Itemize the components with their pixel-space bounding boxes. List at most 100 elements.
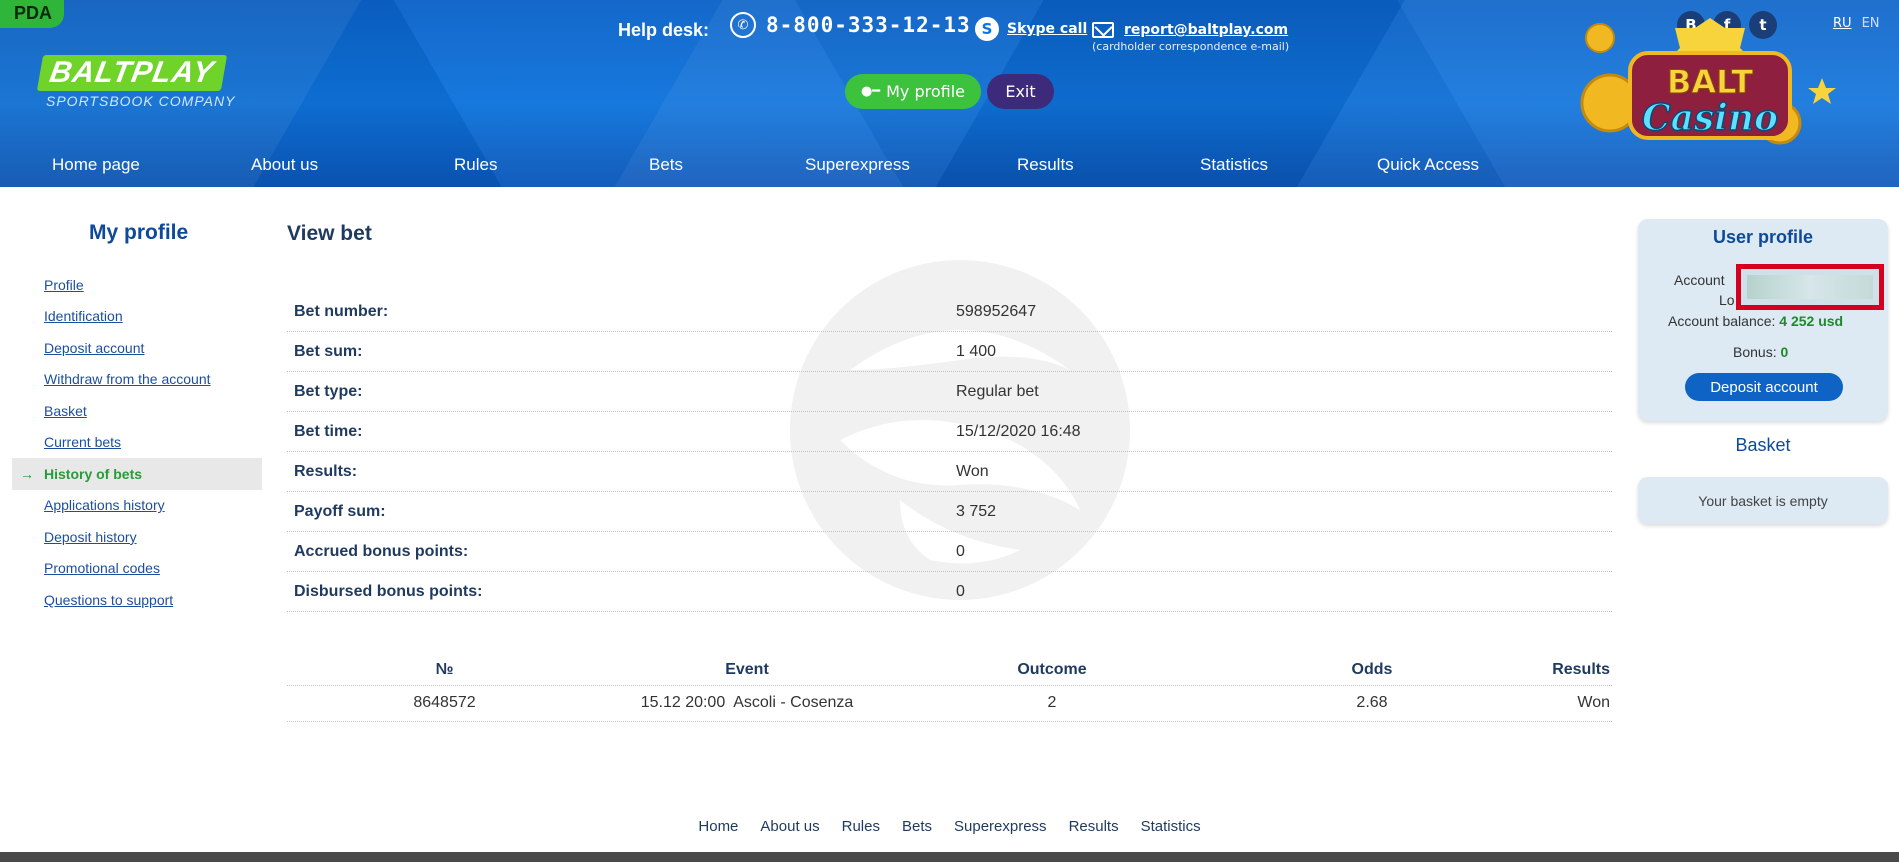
footer-about-us[interactable]: About us xyxy=(760,818,819,835)
detail-value: 1 400 xyxy=(956,342,997,360)
balance-label: Account balance: xyxy=(1668,313,1776,329)
footer-home[interactable]: Home xyxy=(698,818,738,835)
email-link[interactable]: report@baltplay.com xyxy=(1124,22,1288,38)
sidebar-item-profile[interactable]: Profile xyxy=(12,269,262,301)
my-profile-label: My profile xyxy=(886,82,966,101)
logo-main-text: BALTPLAY xyxy=(36,55,227,91)
sidebar-item-history-of-bets[interactable]: → History of bets xyxy=(12,458,262,490)
footer-statistics[interactable]: Statistics xyxy=(1141,818,1201,835)
event-number: 8648572 xyxy=(413,694,476,711)
balt-casino-banner[interactable]: BALT Casino xyxy=(1560,8,1860,178)
user-profile-title: User profile xyxy=(1712,227,1814,247)
header-event: Event xyxy=(725,661,769,678)
detail-row: Bet time: 15/12/2020 16:48 xyxy=(287,412,1612,452)
event-odds: 2.68 xyxy=(1356,694,1388,711)
coin-icon xyxy=(1585,23,1615,53)
sidebar-item-label: Promotional codes xyxy=(44,560,160,577)
sidebar-menu: Profile Identification Deposit account W… xyxy=(12,269,262,616)
footer-nav: Home About us Rules Bets Superexpress Re… xyxy=(0,818,1899,835)
email-contact: report@baltplay.com (cardholder correspo… xyxy=(1092,22,1289,53)
account-balance-row: Account balance: 4 252 usd xyxy=(1668,313,1843,329)
detail-label: Payoff sum: xyxy=(294,502,386,520)
sidebar-item-label: Applications history xyxy=(44,497,165,514)
sidebar-item-label: Questions to support xyxy=(44,591,174,608)
nav-quick-access[interactable]: Quick Access xyxy=(1377,155,1479,175)
detail-value: 3 752 xyxy=(956,502,997,520)
phone-icon: ✆ xyxy=(730,12,756,38)
sidebar-item-applications-history[interactable]: Applications history xyxy=(12,490,262,522)
logo-sub-text: SPORTSBOOK COMPANY xyxy=(46,93,236,109)
nav-superexpress[interactable]: Superexpress xyxy=(805,155,910,175)
bonus-value: 0 xyxy=(1780,344,1789,360)
sidebar-item-label: Current bets xyxy=(44,434,122,451)
sidebar-item-current-bets[interactable]: Current bets xyxy=(12,427,262,459)
nav-rules[interactable]: Rules xyxy=(454,155,497,175)
nav-home-page[interactable]: Home page xyxy=(52,155,140,175)
detail-label: Bet type: xyxy=(294,382,363,400)
sidebar-item-basket[interactable]: Basket xyxy=(12,395,262,427)
nav-about-us[interactable]: About us xyxy=(251,155,318,175)
redacted-account-info xyxy=(1736,264,1884,310)
my-profile-button[interactable]: ●━ My profile xyxy=(845,74,981,109)
detail-label: Results: xyxy=(294,462,358,480)
events-header-row: № Event Outcome Odds Results xyxy=(287,655,1612,685)
detail-label: Bet sum: xyxy=(294,342,363,360)
arrow-right-icon: → xyxy=(20,465,34,482)
redacted-fill xyxy=(1747,275,1873,299)
phone-number: 8-800-333-12-13 xyxy=(766,13,971,37)
basket-box: Your basket is empty xyxy=(1638,477,1888,524)
basket-title: Basket xyxy=(1735,435,1791,455)
site-header: PDA BALTPLAY SPORTSBOOK COMPANY Help des… xyxy=(0,0,1899,187)
mail-icon xyxy=(1092,22,1114,38)
table-row: 8648572 15.12 20:00 Ascoli - Cosenza 2 2… xyxy=(287,685,1612,722)
exit-button[interactable]: Exit xyxy=(987,74,1054,109)
sidebar-item-label: Identification xyxy=(44,308,123,325)
key-icon: ●━ xyxy=(860,84,881,99)
baltplay-logo[interactable]: BALTPLAY SPORTSBOOK COMPANY xyxy=(36,55,250,115)
casino-line1: BALT xyxy=(1667,63,1753,101)
detail-label: Disbursed bonus points: xyxy=(294,582,483,600)
nav-bets[interactable]: Bets xyxy=(649,155,683,175)
sidebar-item-promotional-codes[interactable]: Promotional codes xyxy=(12,553,262,585)
events-table: № Event Outcome Odds Results 8648572 15.… xyxy=(287,655,1612,722)
header-odds: Odds xyxy=(1351,661,1393,678)
skype-call-link[interactable]: Skype call xyxy=(1007,21,1087,37)
header-number: № xyxy=(435,661,454,678)
event-result: Won xyxy=(1577,694,1610,711)
helpdesk-label: Help desk: xyxy=(618,20,710,40)
lang-en[interactable]: EN xyxy=(1862,16,1880,31)
bonus-row: Bonus: 0 xyxy=(1733,344,1788,360)
sidebar-item-label: Profile xyxy=(44,276,84,293)
star-icon xyxy=(1808,78,1836,104)
detail-value: Won xyxy=(956,462,989,480)
sidebar-item-label: Basket xyxy=(44,402,87,419)
phone-contact: ✆ 8-800-333-12-13 xyxy=(730,12,971,38)
sidebar-item-label: History of bets xyxy=(44,465,143,482)
detail-value: 0 xyxy=(956,542,965,560)
page-title: View bet xyxy=(287,222,372,245)
pda-badge[interactable]: PDA xyxy=(0,0,64,28)
skype-call[interactable]: S Skype call xyxy=(975,17,1087,41)
footer-results[interactable]: Results xyxy=(1069,818,1119,835)
footer-bets[interactable]: Bets xyxy=(902,818,932,835)
sidebar-item-identification[interactable]: Identification xyxy=(12,301,262,333)
sidebar-item-deposit-account[interactable]: Deposit account xyxy=(12,332,262,364)
nav-results[interactable]: Results xyxy=(1017,155,1074,175)
balance-value: 4 252 usd xyxy=(1779,313,1844,329)
sidebar-item-withdraw[interactable]: Withdraw from the account xyxy=(12,364,262,396)
detail-row: Disbursed bonus points: 0 xyxy=(287,572,1612,612)
sidebar-item-deposit-history[interactable]: Deposit history xyxy=(12,521,262,553)
detail-label: Bet time: xyxy=(294,422,363,440)
deposit-account-button[interactable]: Deposit account xyxy=(1685,373,1843,401)
detail-label: Accrued bonus points: xyxy=(294,542,469,560)
footer-rules[interactable]: Rules xyxy=(842,818,880,835)
casino-line2: Casino xyxy=(1642,97,1778,139)
bet-details-table: Bet number: 598952647 Bet sum: 1 400 Bet t… xyxy=(287,292,1612,612)
nav-statistics[interactable]: Statistics xyxy=(1200,155,1268,175)
sidebar-item-questions-to-support[interactable]: Questions to support xyxy=(12,584,262,616)
sidebar-item-label: Withdraw from the account xyxy=(44,371,211,388)
footer-superexpress[interactable]: Superexpress xyxy=(954,818,1047,835)
sidebar-title: My profile xyxy=(89,221,189,244)
basket-empty-text: Your basket is empty xyxy=(1698,492,1828,509)
detail-row: Payoff sum: 3 752 xyxy=(287,492,1612,532)
